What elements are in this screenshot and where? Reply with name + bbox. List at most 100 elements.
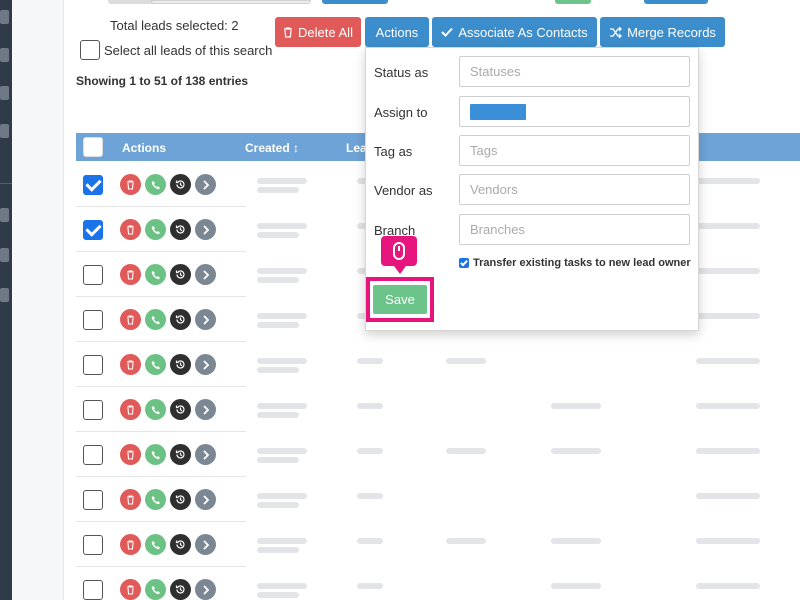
shuffle-icon (610, 26, 622, 38)
nav-icon[interactable] (0, 48, 9, 62)
redacted-cell (696, 313, 760, 319)
history-icon[interactable] (170, 174, 191, 195)
chevron-right-icon[interactable] (195, 579, 216, 600)
trash-icon[interactable] (120, 579, 141, 600)
select-all-control[interactable]: Select all leads of this search (80, 40, 272, 60)
transfer-tasks-checkbox[interactable] (459, 258, 469, 268)
history-icon[interactable] (170, 354, 191, 375)
redacted-cell (257, 457, 299, 463)
assignee-chip (470, 103, 526, 120)
delete-all-button[interactable]: Delete All (275, 17, 361, 47)
vendor-select[interactable]: Vendors (459, 174, 690, 205)
redacted-cell (696, 268, 760, 274)
phone-icon[interactable] (145, 489, 166, 510)
branch-select[interactable]: Branches (459, 214, 690, 245)
trash-icon[interactable] (120, 489, 141, 510)
redacted-cell (696, 358, 760, 364)
chevron-right-icon[interactable] (195, 489, 216, 510)
cursor-indicator (381, 236, 417, 274)
nav-icon[interactable] (0, 124, 9, 138)
redacted-cell (357, 493, 383, 499)
history-icon[interactable] (170, 579, 191, 600)
redacted-cell (257, 583, 307, 589)
select-all-checkbox[interactable] (80, 40, 100, 60)
nav-icon[interactable] (0, 86, 9, 100)
tag-select[interactable]: Tags (459, 135, 690, 166)
row-checkbox[interactable] (83, 310, 103, 330)
transfer-tasks-label: Transfer existing tasks to new lead owne… (473, 257, 691, 269)
save-button[interactable]: Save (373, 285, 427, 314)
nav-icon[interactable] (0, 248, 9, 262)
sidebar-divider (0, 183, 12, 184)
row-checkbox[interactable] (83, 400, 103, 420)
redacted-cell (257, 502, 299, 508)
row-checkbox[interactable] (83, 265, 103, 285)
nav-icon[interactable] (0, 208, 9, 222)
nav-icon[interactable] (0, 10, 9, 24)
chevron-right-icon[interactable] (195, 219, 216, 240)
leads-main: Total leads selected: 2 Select all leads… (64, 0, 800, 600)
trash-icon[interactable] (120, 444, 141, 465)
redacted-cell (257, 277, 299, 283)
header-checkbox[interactable] (83, 137, 103, 157)
phone-icon[interactable] (145, 579, 166, 600)
merge-records-button[interactable]: Merge Records (600, 17, 725, 47)
chevron-right-icon[interactable] (195, 354, 216, 375)
row-checkbox[interactable] (83, 490, 103, 510)
row-checkbox[interactable] (83, 580, 103, 600)
chevron-right-icon[interactable] (195, 174, 216, 195)
row-actions (120, 579, 216, 600)
trash-icon[interactable] (120, 534, 141, 555)
history-icon[interactable] (170, 489, 191, 510)
redacted-cell (257, 412, 299, 418)
phone-icon[interactable] (145, 219, 166, 240)
associate-contacts-button[interactable]: Associate As Contacts (432, 17, 597, 47)
redacted-cell (257, 493, 307, 499)
phone-icon[interactable] (145, 444, 166, 465)
chevron-right-icon[interactable] (195, 444, 216, 465)
vendor-label: Vendor as (374, 183, 433, 198)
phone-icon[interactable] (145, 264, 166, 285)
header-lead[interactable]: Lea (346, 141, 367, 155)
trash-icon[interactable] (120, 264, 141, 285)
row-checkbox[interactable] (83, 220, 103, 240)
chevron-right-icon[interactable] (195, 399, 216, 420)
row-checkbox[interactable] (83, 355, 103, 375)
row-checkbox[interactable] (83, 445, 103, 465)
trash-icon[interactable] (120, 174, 141, 195)
phone-icon[interactable] (145, 534, 166, 555)
transfer-tasks-option[interactable]: Transfer existing tasks to new lead owne… (459, 257, 691, 269)
save-highlight: Save (366, 277, 434, 322)
phone-icon[interactable] (145, 399, 166, 420)
phone-icon[interactable] (145, 309, 166, 330)
chevron-right-icon[interactable] (195, 309, 216, 330)
nav-icon[interactable] (0, 288, 9, 302)
history-icon[interactable] (170, 534, 191, 555)
merge-label: Merge Records (627, 24, 716, 40)
redacted-cell (551, 448, 601, 454)
history-icon[interactable] (170, 264, 191, 285)
trash-icon[interactable] (120, 219, 141, 240)
history-icon[interactable] (170, 219, 191, 240)
table-row (76, 432, 800, 477)
assign-select[interactable] (459, 96, 690, 127)
phone-icon[interactable] (145, 174, 166, 195)
chevron-right-icon[interactable] (195, 264, 216, 285)
history-icon[interactable] (170, 399, 191, 420)
table-row (76, 387, 800, 432)
history-icon[interactable] (170, 444, 191, 465)
history-icon[interactable] (170, 309, 191, 330)
row-checkbox[interactable] (83, 535, 103, 555)
header-created[interactable]: Created ↕ (245, 141, 299, 155)
actions-button[interactable]: Actions (365, 17, 429, 47)
row-actions (120, 534, 216, 555)
total-selected-text: Total leads selected: 2 (110, 18, 239, 33)
row-checkbox[interactable] (83, 175, 103, 195)
phone-icon[interactable] (145, 354, 166, 375)
header-actions: Actions (122, 141, 167, 155)
chevron-right-icon[interactable] (195, 534, 216, 555)
trash-icon[interactable] (120, 309, 141, 330)
status-select[interactable]: Statuses (459, 56, 690, 87)
trash-icon[interactable] (120, 354, 141, 375)
trash-icon[interactable] (120, 399, 141, 420)
